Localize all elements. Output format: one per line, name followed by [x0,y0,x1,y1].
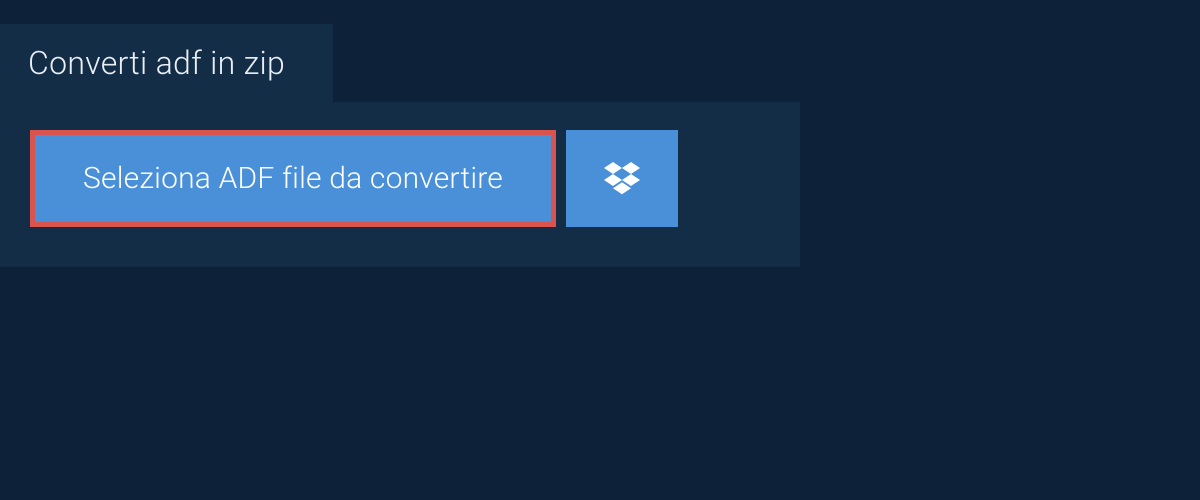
select-file-label: Seleziona ADF file da convertire [83,161,503,196]
dropbox-icon [604,159,640,199]
dropbox-button[interactable] [566,130,678,227]
select-file-button[interactable]: Seleziona ADF file da convertire [30,130,556,227]
converter-panel: Seleziona ADF file da convertire [0,102,800,267]
page-title: Converti adf in zip [28,44,285,82]
button-row: Seleziona ADF file da convertire [30,130,770,227]
tab-header: Converti adf in zip [0,24,333,102]
